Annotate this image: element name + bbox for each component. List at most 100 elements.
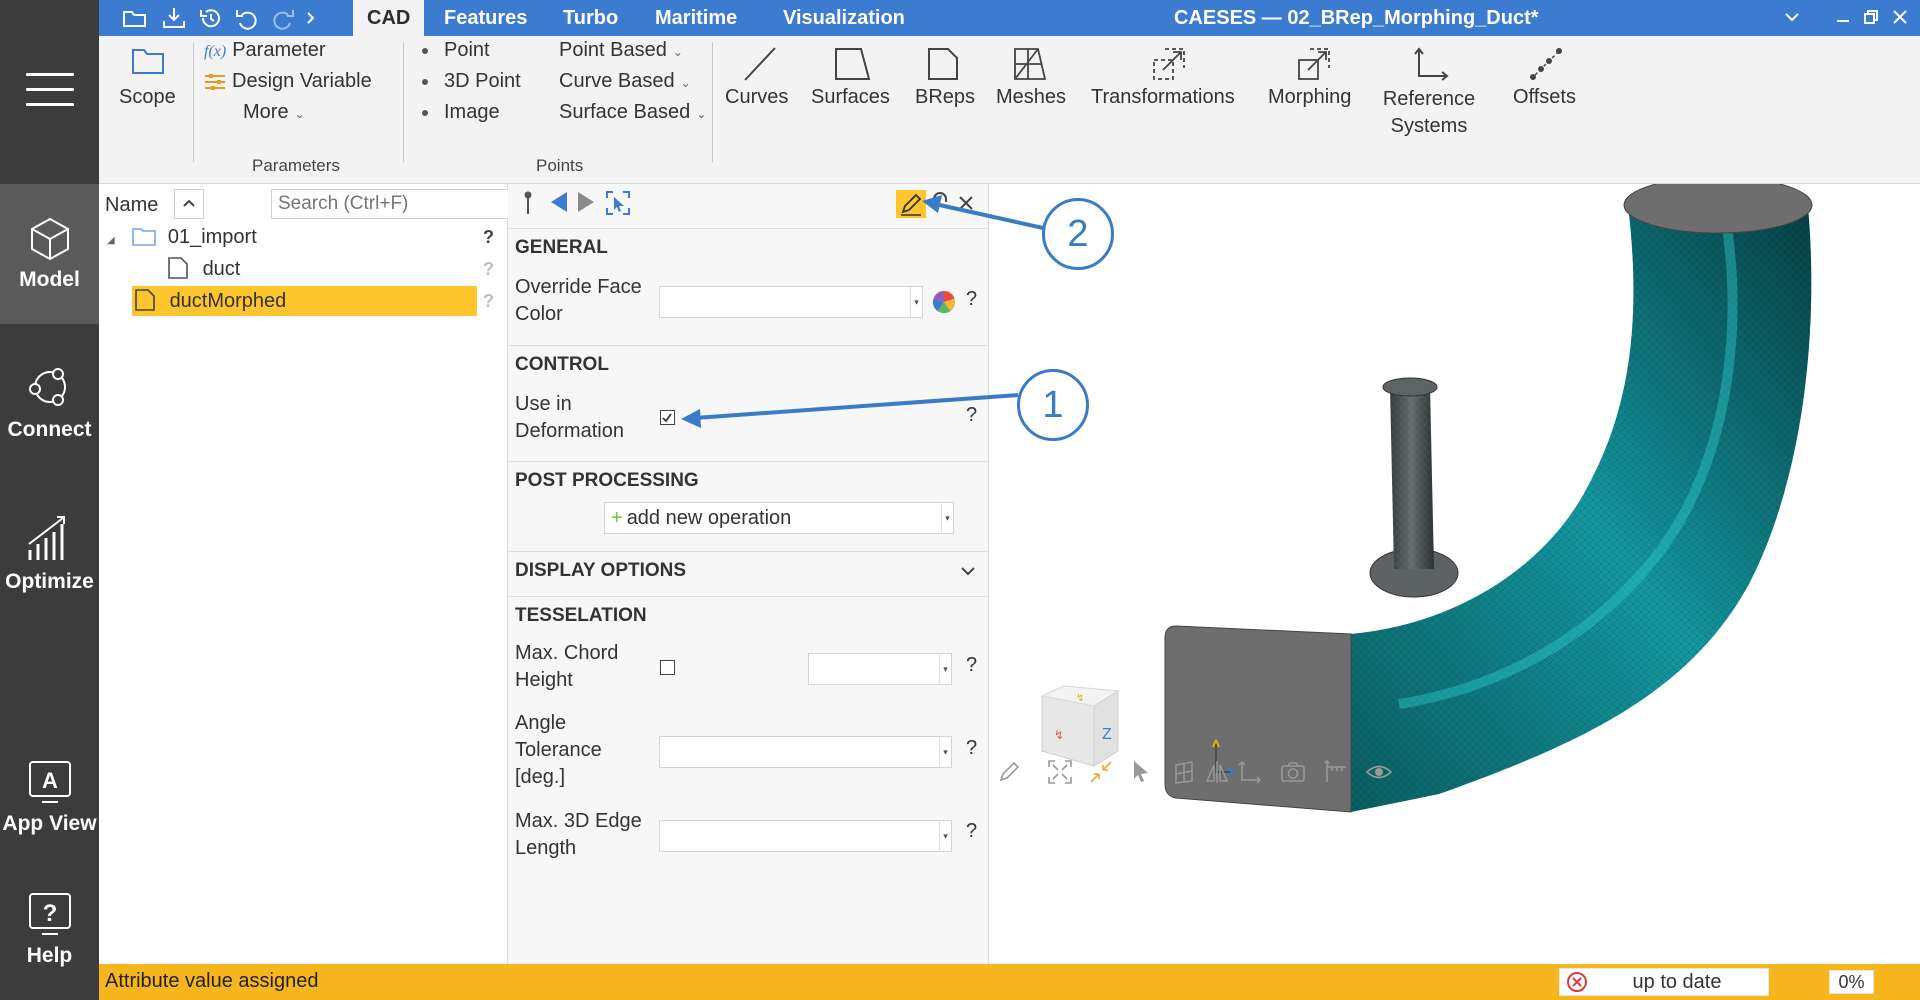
- meshes-button[interactable]: Meshes: [996, 86, 1066, 109]
- chord-line1: Max. Chord: [515, 642, 619, 664]
- callout-1: 1: [1017, 369, 1089, 441]
- pointer-icon[interactable]: [1130, 759, 1152, 785]
- grid-plane-icon[interactable]: [1172, 759, 1198, 785]
- connect-icon: [28, 368, 66, 406]
- redo-icon[interactable]: [270, 6, 296, 30]
- add-operation-select[interactable]: + add new operation ▾: [604, 502, 954, 534]
- tree-row[interactable]: ◢ 01_import ?: [107, 222, 504, 252]
- svg-text:↯: ↯: [1054, 728, 1064, 742]
- image-button[interactable]: Image: [422, 101, 500, 124]
- transformations-button[interactable]: Transformations: [1091, 86, 1235, 109]
- duct-model-render[interactable]: [989, 184, 1920, 964]
- ribbon-divider: [403, 42, 404, 162]
- use-in-deformation-checkbox[interactable]: [660, 410, 675, 425]
- open-folder-icon[interactable]: [122, 6, 148, 30]
- surface-based-button[interactable]: Surface Based ⌄: [559, 101, 706, 124]
- group-label-parameters: Parameters: [252, 156, 340, 175]
- morphing-icon: [1298, 48, 1330, 80]
- reference-line2: Systems: [1390, 115, 1468, 137]
- help-icon[interactable]: ?: [966, 737, 977, 760]
- rail-app-view-button[interactable]: A App View: [0, 740, 99, 880]
- chevron-down-icon[interactable]: [959, 564, 977, 578]
- color-wheel-icon[interactable]: [932, 290, 956, 314]
- help-icon[interactable]: ?: [966, 404, 977, 427]
- tree-row[interactable]: ductMorphed ?: [132, 286, 504, 316]
- section-general: GENERAL: [508, 228, 989, 266]
- rail-model-button[interactable]: Model: [0, 184, 99, 324]
- section-display-options[interactable]: DISPLAY OPTIONS: [508, 551, 989, 589]
- properties-panel: GENERAL Override Face Color ▾ ? CONTROL U…: [508, 184, 989, 964]
- minimize-icon[interactable]: [1834, 8, 1852, 26]
- help-icon[interactable]: ?: [966, 288, 977, 311]
- help-icon[interactable]: ?: [966, 820, 977, 843]
- forward-arrow-icon[interactable]: [576, 190, 596, 214]
- max-chord-height-input[interactable]: ▾: [808, 653, 952, 685]
- history-icon[interactable]: [198, 6, 224, 30]
- image-label: Image: [444, 101, 500, 123]
- update-state-indicator[interactable]: up to date: [1559, 968, 1769, 996]
- select-in-view-icon[interactable]: [605, 190, 631, 216]
- tree-row[interactable]: duct ?: [167, 254, 504, 284]
- help-icon[interactable]: ?: [483, 222, 494, 252]
- tab-visualization[interactable]: Visualization: [769, 0, 919, 36]
- tab-maritime[interactable]: Maritime: [641, 0, 751, 36]
- caret-down-icon: ▾: [939, 737, 951, 767]
- rail-help-button[interactable]: ? Help: [0, 872, 99, 1000]
- rail-optimize-label: Optimize: [5, 570, 94, 593]
- tab-turbo[interactable]: Turbo: [549, 0, 632, 36]
- curve-based-button[interactable]: Curve Based ⌄: [559, 70, 691, 93]
- back-arrow-icon[interactable]: [549, 190, 569, 214]
- max-3d-edge-length-input[interactable]: ▾: [659, 820, 952, 852]
- caret-down-icon: ▾: [941, 503, 953, 533]
- pin-icon[interactable]: [522, 190, 534, 216]
- tab-features[interactable]: Features: [430, 0, 541, 36]
- more-button[interactable]: More ⌄: [243, 101, 305, 124]
- edit-mode-button[interactable]: [896, 190, 926, 218]
- curves-button[interactable]: Curves: [725, 86, 788, 109]
- menu-icon[interactable]: [26, 73, 74, 109]
- use-in-deformation-label: Use in Deformation: [515, 391, 624, 445]
- camera-icon[interactable]: [1279, 759, 1307, 785]
- morphing-button[interactable]: Morphing: [1268, 86, 1351, 109]
- design-variable-button[interactable]: Design Variable: [204, 70, 372, 93]
- 3d-point-button[interactable]: 3D Point: [422, 70, 521, 93]
- lock-icon[interactable]: [930, 192, 950, 214]
- ruler-icon[interactable]: [1322, 759, 1350, 785]
- scope-button[interactable]: Scope: [119, 86, 176, 109]
- close-window-icon[interactable]: [1891, 8, 1909, 26]
- chevron-right-icon[interactable]: [303, 6, 319, 30]
- close-icon[interactable]: [957, 194, 975, 212]
- eye-icon[interactable]: [1365, 759, 1393, 785]
- mirror-icon[interactable]: [1204, 759, 1230, 785]
- chevron-down-icon[interactable]: [1783, 8, 1801, 26]
- axes-icon[interactable]: [1236, 759, 1262, 785]
- help-icon[interactable]: ?: [966, 654, 977, 677]
- max-chord-height-checkbox[interactable]: [660, 660, 675, 675]
- offsets-button[interactable]: Offsets: [1513, 86, 1576, 109]
- face-color-select[interactable]: ▾: [659, 286, 923, 318]
- parameter-label: Parameter: [232, 39, 326, 61]
- tab-cad[interactable]: CAD: [353, 0, 425, 36]
- point-button[interactable]: Point: [422, 39, 490, 62]
- point-label: Point: [444, 39, 490, 61]
- reference-systems-button[interactable]: Reference Systems: [1381, 86, 1477, 140]
- expand-triangle-icon[interactable]: ◢: [107, 235, 115, 246]
- pencil-icon[interactable]: [995, 759, 1025, 785]
- 3d-viewport[interactable]: Z ↯ ↯: [989, 184, 1920, 964]
- help-icon[interactable]: ?: [483, 286, 494, 316]
- surfaces-button[interactable]: Surfaces: [811, 86, 890, 109]
- breps-button[interactable]: BReps: [915, 86, 975, 109]
- fit-view-icon[interactable]: [1047, 759, 1073, 785]
- help-icon[interactable]: ?: [483, 254, 494, 284]
- angle-tolerance-input[interactable]: ▾: [659, 736, 952, 768]
- zoom-selection-icon[interactable]: [1088, 759, 1114, 785]
- rail-connect-button[interactable]: Connect: [0, 344, 99, 484]
- undo-icon[interactable]: [234, 6, 260, 30]
- chord-line2: Height: [515, 669, 573, 691]
- save-icon[interactable]: [161, 6, 187, 30]
- sort-button[interactable]: [174, 189, 204, 219]
- parameter-button[interactable]: f(x) Parameter: [204, 39, 326, 62]
- point-based-button[interactable]: Point Based ⌄: [559, 39, 683, 62]
- rail-optimize-button[interactable]: Optimize: [0, 494, 99, 634]
- restore-icon[interactable]: [1862, 8, 1880, 26]
